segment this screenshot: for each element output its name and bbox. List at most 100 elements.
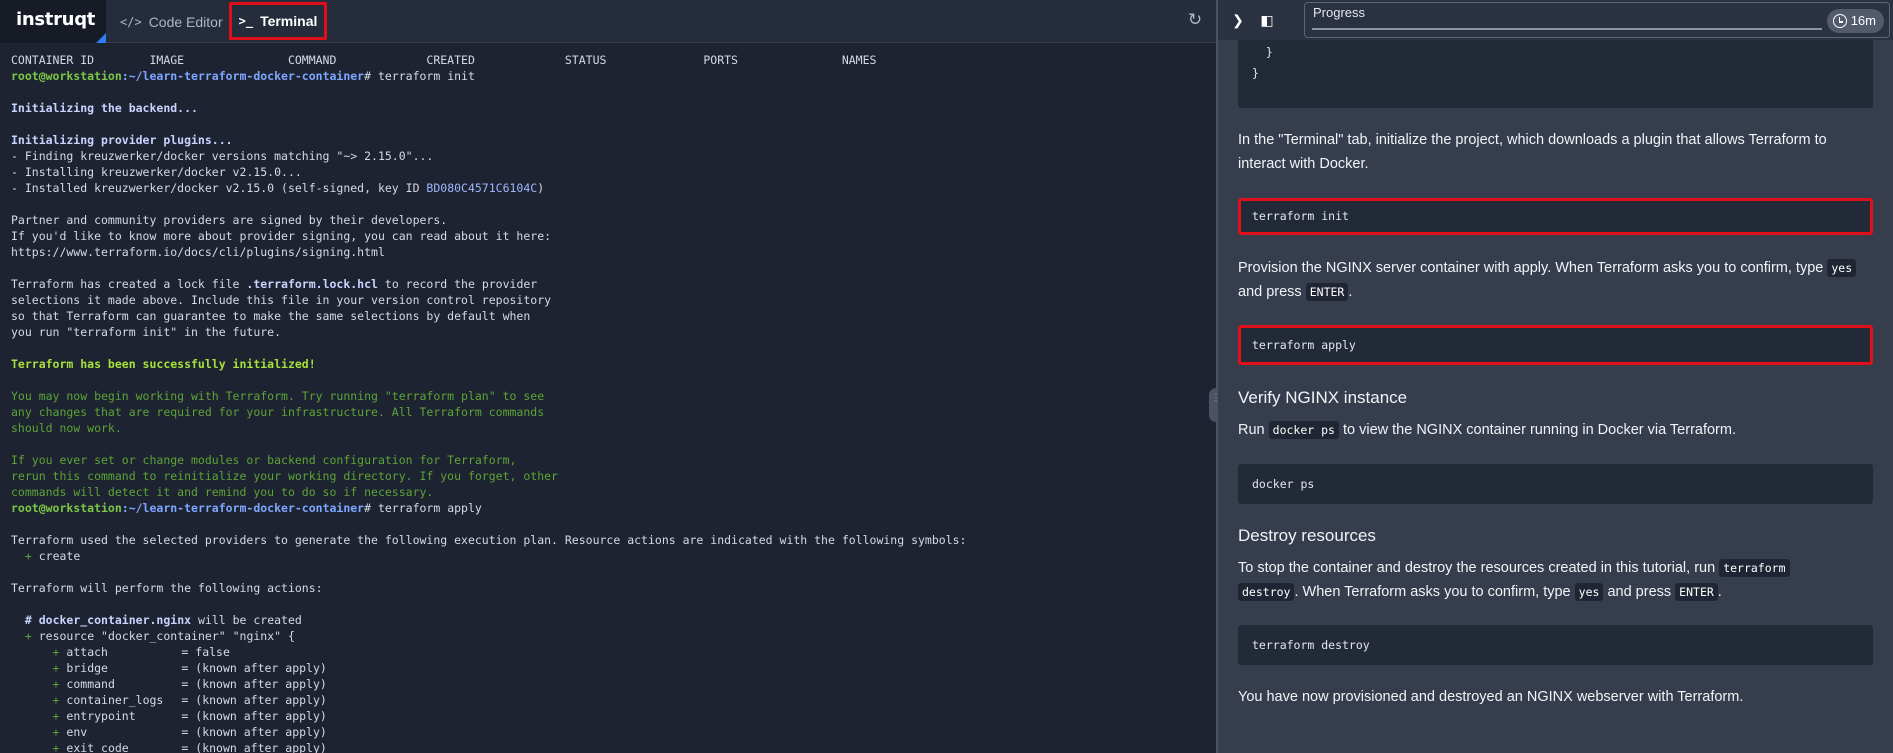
code-text: terraform apply: [1252, 338, 1356, 352]
terminal-line: root@workstation:~/learn-terraform-docke…: [11, 500, 1216, 516]
instruction-paragraph: Provision the NGINX server container wit…: [1238, 256, 1873, 304]
tab-terminal-label: Terminal: [260, 13, 318, 29]
terminal-text: to record the provider: [377, 277, 538, 291]
text: . When Terraform asks you to confirm, ty…: [1294, 584, 1575, 600]
code-block-terraform-init[interactable]: terraform init: [1238, 198, 1873, 235]
text: .: [1348, 284, 1353, 300]
terminal-key-id: BD080C4571C6104C: [426, 181, 538, 195]
timer-badge: 16m: [1826, 9, 1884, 33]
tab-terminal[interactable]: >_ Terminal: [229, 2, 327, 40]
terminal-line: should now work.: [11, 421, 122, 435]
attr-key: command: [66, 677, 115, 691]
plus-symbol: +: [52, 741, 60, 753]
text: .: [1717, 584, 1722, 600]
attr-key: exit_code: [66, 741, 129, 753]
terminal-attr-line: + bridge = (known after apply): [11, 660, 1216, 676]
terminal-resource-name: docker_container.nginx: [38, 613, 192, 627]
text: and press: [1238, 284, 1306, 300]
attr-value: = (known after apply): [181, 709, 327, 723]
terminal-text: will be created: [191, 613, 302, 627]
plus-symbol: +: [52, 661, 60, 675]
terminal-line: any changes that are required for your i…: [11, 405, 545, 419]
terminal-line: If you ever set or change modules or bac…: [11, 453, 517, 467]
code-block-docker-ps[interactable]: docker ps: [1238, 464, 1873, 504]
inline-code: ENTER: [1675, 583, 1718, 601]
attr-value: = (known after apply): [181, 693, 327, 707]
text: Run: [1238, 422, 1269, 438]
terminal-text: Terraform has created a lock file: [11, 277, 247, 291]
plus-symbol: +: [52, 693, 60, 707]
prompt-user: root@workstation: [11, 501, 122, 515]
terminal-line: root@workstation:~/learn-terraform-docke…: [11, 68, 1216, 84]
attr-key: env: [66, 725, 88, 739]
tab-code-editor[interactable]: </> Code Editor: [120, 0, 223, 43]
instruction-paragraph: You have now provisioned and destroyed a…: [1238, 689, 1744, 705]
code-text: terraform init: [1252, 209, 1349, 223]
terminal-pane: instruqt </> Code Editor >_ Terminal ↻ C…: [0, 0, 1223, 753]
attr-key: container_logs: [66, 693, 164, 707]
attr-key: entrypoint: [66, 709, 136, 723]
terminal-line: Initializing the backend...: [11, 101, 198, 115]
terminal-line: Initializing provider plugins...: [11, 133, 233, 147]
code-block-terraform-apply[interactable]: terraform apply: [1238, 325, 1873, 365]
prompt-user: root@workstation: [11, 69, 122, 83]
panel-toggle-icon[interactable]: ◧: [1258, 11, 1276, 29]
code-text: docker ps: [1252, 477, 1315, 491]
terminal-output[interactable]: CONTAINER ID IMAGE COMMAND CREATED STATU…: [0, 43, 1216, 753]
tab-bar: instruqt </> Code Editor >_ Terminal ↻: [0, 0, 1216, 43]
instruction-paragraph: Run docker ps to view the NGINX containe…: [1238, 418, 1873, 442]
terminal-lock-file: .terraform.lock.hcl: [246, 277, 378, 291]
terminal-attr-line: + exit_code = (known after apply): [11, 740, 1216, 753]
inline-code: yes: [1574, 583, 1604, 601]
clock-icon: [1832, 14, 1847, 28]
code-block-terraform-destroy[interactable]: terraform destroy: [1238, 625, 1873, 665]
attr-value: = (known after apply): [181, 661, 327, 675]
plus-symbol: +: [24, 629, 32, 643]
instruction-paragraph: In the "Terminal" tab, initialize the pr…: [1238, 132, 1827, 172]
terminal-line: + resource "docker_container" "nginx" {: [11, 628, 1216, 644]
plus-symbol: +: [52, 709, 60, 723]
prompt-command: # terraform init: [364, 69, 475, 83]
text: To stop the container and destroy the re…: [1238, 560, 1720, 576]
terminal-text: create: [31, 549, 81, 563]
code-line: }: [1252, 66, 1259, 80]
terminal-icon: >_: [238, 14, 254, 28]
refresh-icon[interactable]: ↻: [1186, 10, 1204, 32]
terminal-attr-line: + container_logs = (known after apply): [11, 692, 1216, 708]
chevron-right-icon[interactable]: ❯: [1229, 11, 1247, 29]
plus-symbol: +: [24, 549, 32, 563]
plus-symbol: +: [52, 645, 60, 659]
terminal-line: commands will detect it and remind you t…: [11, 485, 434, 499]
plus-symbol: +: [52, 725, 60, 739]
attr-key: attach: [66, 645, 108, 659]
terminal-line: https://www.terraform.io/docs/cli/plugin…: [11, 245, 385, 259]
code-line: }: [1252, 45, 1273, 59]
progress-label: Progress: [1313, 5, 1366, 20]
terminal-line: CONTAINER ID IMAGE COMMAND CREATED STATU…: [11, 53, 877, 67]
inline-code: yes: [1827, 259, 1857, 277]
terminal-line: Terraform will perform the following act…: [11, 581, 323, 595]
terminal-line: you run "terraform init" in the future.: [11, 325, 282, 339]
terminal-line: Terraform used the selected providers to…: [11, 533, 967, 547]
terminal-line: selections it made above. Include this f…: [11, 293, 552, 307]
terminal-attr-line: + attach = false: [11, 644, 1216, 660]
terminal-line: rerun this command to reinitialize your …: [11, 469, 558, 483]
terminal-line: Terraform has created a lock file .terra…: [11, 276, 1216, 292]
terminal-line: - Finding kreuzwerker/docker versions ma…: [11, 149, 434, 163]
terminal-attr-list: + attach = false + bridge = (known after a…: [11, 644, 1216, 753]
terminal-line: + create: [11, 548, 1216, 564]
terminal-attr-line: + command = (known after apply): [11, 676, 1216, 692]
prompt-command: # terraform apply: [364, 501, 482, 515]
terminal-text: - Installed kreuzwerker/docker v2.15.0 (…: [11, 181, 427, 195]
code-block-config: }}: [1238, 40, 1873, 108]
code-icon: </>: [120, 14, 142, 29]
instructions-content[interactable]: }} In the "Terminal" tab, initialize the…: [1218, 40, 1893, 753]
inline-code: docker ps: [1268, 421, 1339, 439]
terminal-line: - Installing kreuzwerker/docker v2.15.0.…: [11, 165, 302, 179]
instruction-paragraph: To stop the container and destroy the re…: [1238, 556, 1873, 604]
progress-bar: Progress 16m: [1304, 2, 1890, 38]
text: to view the NGINX container running in D…: [1338, 422, 1736, 438]
instructions-pane: ❯ ◧ Progress 16m }} In the "Terminal" ta…: [1218, 0, 1893, 753]
inline-code: ENTER: [1305, 283, 1349, 301]
text: Provision the NGINX server container wit…: [1238, 260, 1828, 276]
